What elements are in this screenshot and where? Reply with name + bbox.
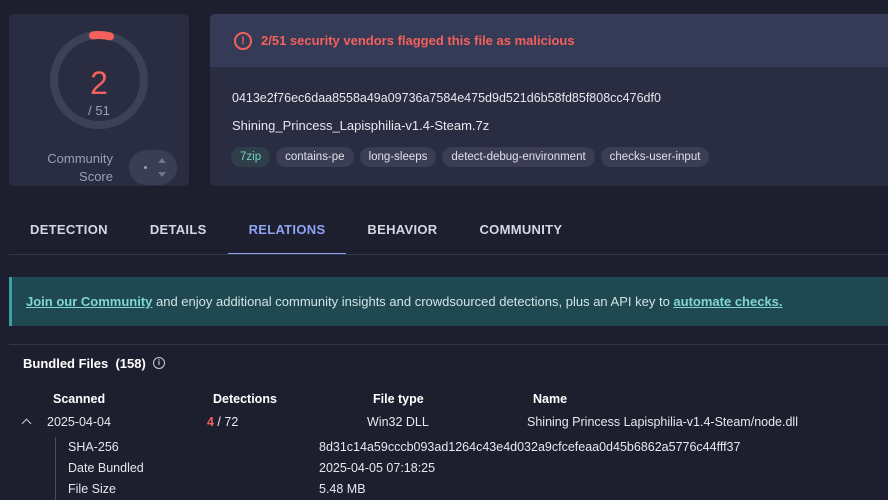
tab-relations[interactable]: RELATIONS: [227, 207, 347, 255]
detail-key-file-size: File Size: [68, 482, 116, 496]
community-score-card: 2 / 51 Community Score: [9, 14, 189, 186]
join-community-link[interactable]: Join our Community: [26, 294, 152, 309]
community-banner: Join our Community and enjoy additional …: [9, 277, 888, 326]
tab-details[interactable]: DETAILS: [129, 207, 228, 255]
row-detection-total: / 72: [213, 415, 239, 429]
tabs-divider: [9, 254, 888, 255]
automate-checks-link[interactable]: automate checks.: [673, 294, 782, 309]
bundled-files-section: Bundled Files (158) i Scanned Detections…: [9, 344, 888, 500]
vendor-total: / 51: [88, 103, 110, 118]
malicious-alert: ! 2/51 security vendors flagged this fil…: [210, 14, 888, 67]
file-hash: 0413e2f76ec6daa8558a49a09736a7584e475d9d…: [232, 91, 661, 105]
file-info-card: ! 2/51 security vendors flagged this fil…: [210, 14, 888, 186]
row-file-type: Win32 DLL: [367, 415, 429, 429]
detection-count: 2: [90, 65, 108, 101]
vote-down-icon[interactable]: [158, 172, 166, 177]
tag-checks-user-input[interactable]: checks-user-input: [600, 147, 710, 167]
detail-value-date-bundled: 2025-04-05 07:18:25: [319, 461, 436, 475]
detail-value-file-size: 5.48 MB: [319, 482, 366, 496]
file-tags: 7zip contains-pe long-sleeps detect-debu…: [231, 147, 710, 167]
col-file-type: File type: [373, 392, 424, 406]
vote-up-icon[interactable]: [158, 158, 166, 163]
community-vote-widget[interactable]: [129, 150, 177, 185]
col-name: Name: [533, 392, 568, 406]
alert-text: 2/51 security vendors flagged this file …: [261, 33, 575, 48]
collapse-chevron-icon[interactable]: [21, 418, 32, 429]
tag-long-sleeps[interactable]: long-sleeps: [359, 147, 437, 167]
file-name: Shining_Princess_Lapisphilia-v1.4-Steam.…: [232, 118, 490, 133]
row-scanned: 2025-04-04: [47, 415, 111, 429]
tab-detection[interactable]: DETECTION: [9, 207, 129, 255]
community-score-label: Community Score: [47, 151, 113, 184]
row-file-name[interactable]: Shining Princess Lapisphilia-v1.4-Steam/…: [527, 415, 798, 429]
tag-detect-debug-environment[interactable]: detect-debug-environment: [442, 147, 595, 167]
banner-text: and enjoy additional community insights …: [152, 294, 674, 309]
tab-community[interactable]: COMMUNITY: [458, 207, 583, 255]
info-icon[interactable]: i: [153, 357, 165, 369]
detail-value-sha256: 8d31c14a59cccb093ad1264c43e4d032a9cfcefe…: [319, 440, 741, 454]
detail-key-date-bundled: Date Bundled: [68, 461, 144, 475]
col-scanned: Scanned: [53, 392, 106, 406]
tab-behavior[interactable]: BEHAVIOR: [346, 207, 458, 255]
score-dot-icon: [144, 166, 147, 169]
row-detections: 4 / 72: [207, 415, 238, 429]
tag-contains-pe[interactable]: contains-pe: [276, 147, 354, 167]
row-detection-count: 4: [207, 415, 214, 429]
tag-7zip[interactable]: 7zip: [231, 147, 271, 167]
detail-indent-line: [55, 437, 56, 500]
report-tabs: DETECTION DETAILS RELATIONS BEHAVIOR COM…: [9, 207, 583, 255]
bundled-files-title: Bundled Files (158): [23, 356, 146, 371]
col-detections: Detections: [213, 392, 277, 406]
detail-key-sha256: SHA-256: [68, 440, 119, 454]
alert-icon: !: [234, 31, 252, 50]
